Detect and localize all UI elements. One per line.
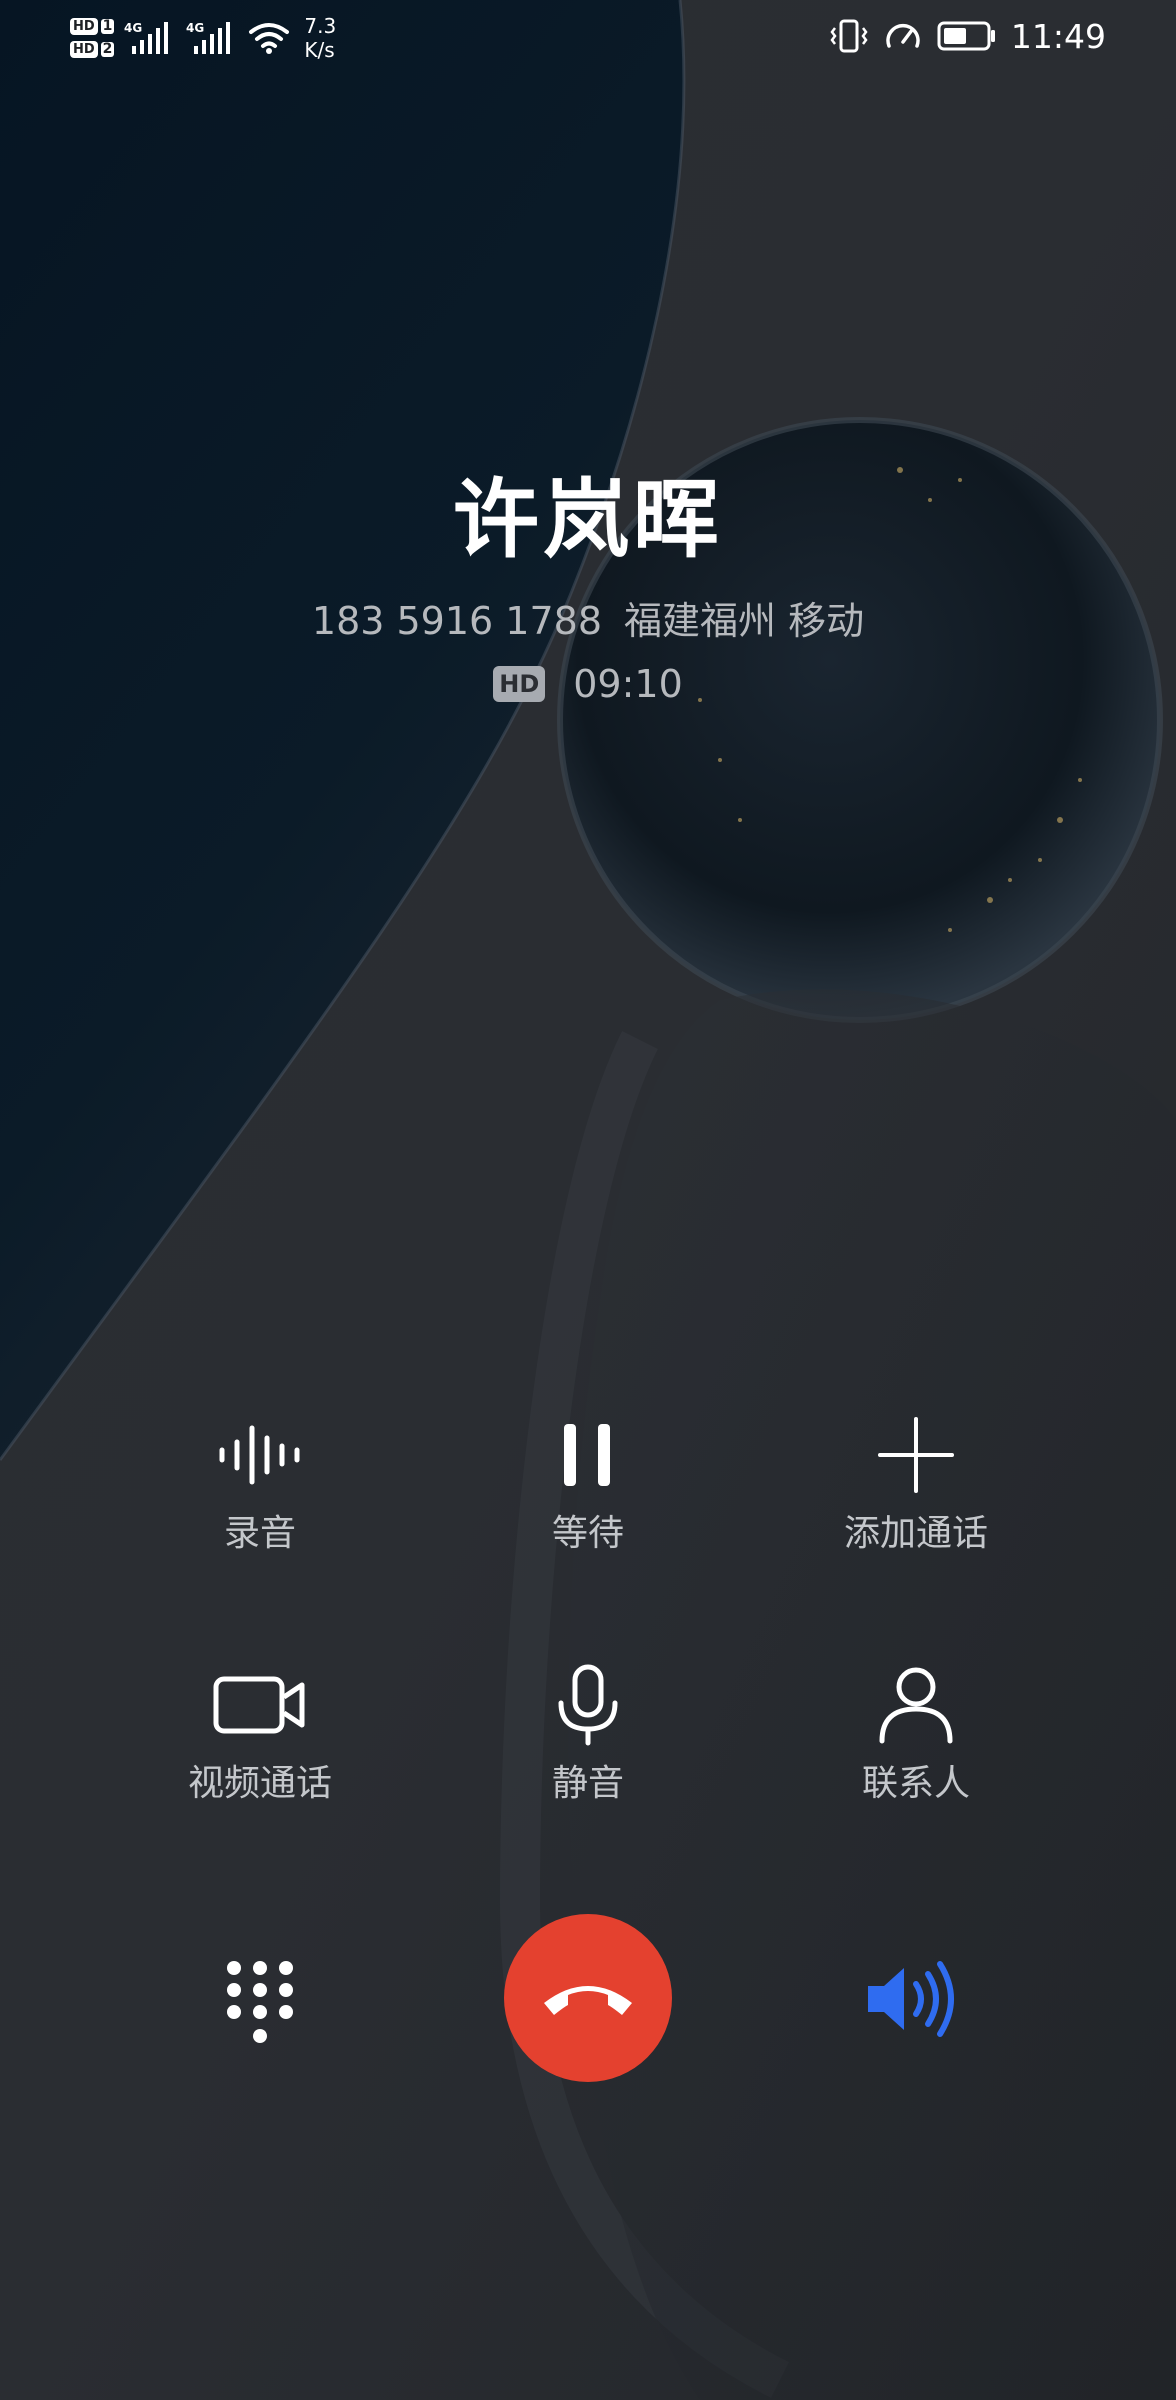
speed-icon	[886, 23, 920, 48]
hd-voice-badge: HD	[493, 666, 546, 702]
speaker-button[interactable]	[862, 1954, 962, 2044]
end-call-button[interactable]	[504, 1914, 672, 2082]
net-speed-value: 7.3	[304, 14, 337, 38]
contact-person-icon	[786, 1660, 1046, 1750]
location-carrier: 福建福州 移动	[624, 599, 865, 643]
status-right: 11:49	[829, 14, 1106, 58]
sim2-indicator: HD 2	[70, 41, 115, 58]
sim2-number: 2	[100, 41, 115, 57]
status-left: HD 1 HD 2 4G 4G 7.3 K/s	[70, 10, 336, 66]
call-actions-grid: 录音 等待 添加通话 视频通话 静音 联系人	[0, 1410, 1176, 1910]
add-call-label: 添加通话	[843, 1513, 988, 1554]
sim1-number: 1	[100, 18, 115, 34]
actions-row-2: 视频通话 静音 联系人	[0, 1660, 1176, 1910]
call-duration: 09:10	[573, 662, 683, 706]
video-call-button[interactable]: 视频通话	[130, 1660, 390, 1806]
actions-row-1: 录音 等待 添加通话	[0, 1410, 1176, 1660]
network-type-2: 4G	[186, 21, 204, 35]
speaker-icon	[868, 1961, 954, 2037]
contact-name: 许岚晖	[453, 470, 723, 570]
pause-icon	[458, 1410, 718, 1500]
call-status-row: HD 09:10	[0, 662, 1176, 706]
end-call-icon	[544, 1986, 632, 2015]
sim1-hd-label: HD	[70, 18, 98, 35]
record-waveform-icon	[130, 1410, 390, 1500]
wifi-icon	[249, 23, 290, 54]
vibrate-icon	[830, 19, 868, 53]
hold-button[interactable]: 等待	[458, 1410, 718, 1556]
hold-label: 等待	[551, 1513, 624, 1554]
contacts-label: 联系人	[861, 1763, 970, 1804]
status-clock: 11:49	[1010, 16, 1106, 56]
mute-button[interactable]: 静音	[458, 1660, 718, 1806]
contacts-button[interactable]: 联系人	[786, 1660, 1046, 1806]
add-call-icon	[786, 1410, 1046, 1500]
sim1-indicator: HD 1	[70, 18, 115, 35]
status-bar: HD 1 HD 2 4G 4G 7.3 K/s 11:49	[0, 0, 1176, 72]
signal-strength-2-icon: 4G	[186, 21, 231, 54]
add-call-button[interactable]: 添加通话	[786, 1410, 1046, 1556]
caller-info-section: 许岚晖 183 5916 1788 福建福州 移动 HD 09:10	[0, 470, 1176, 706]
bottom-call-controls	[0, 1910, 1176, 2090]
microphone-icon	[458, 1660, 718, 1750]
dialpad-icon	[227, 1961, 293, 2043]
net-speed-unit: K/s	[304, 38, 335, 62]
sim-hd-indicators: HD 1 HD 2	[70, 18, 115, 58]
net-speed-indicator: 7.3 K/s	[304, 14, 336, 62]
record-button[interactable]: 录音	[130, 1410, 390, 1556]
dialpad-button[interactable]	[220, 1958, 300, 2048]
battery-icon	[937, 21, 995, 51]
network-type-1: 4G	[124, 21, 142, 35]
signal-strength-1-icon: 4G	[124, 21, 169, 54]
caller-details: 183 5916 1788 福建福州 移动	[0, 598, 1176, 644]
record-label: 录音	[223, 1513, 296, 1554]
video-call-label: 视频通话	[187, 1763, 332, 1804]
phone-number: 183 5916 1788	[311, 599, 602, 643]
sim2-hd-label: HD	[70, 41, 98, 58]
video-camera-icon	[130, 1660, 390, 1750]
mute-label: 静音	[551, 1763, 624, 1804]
